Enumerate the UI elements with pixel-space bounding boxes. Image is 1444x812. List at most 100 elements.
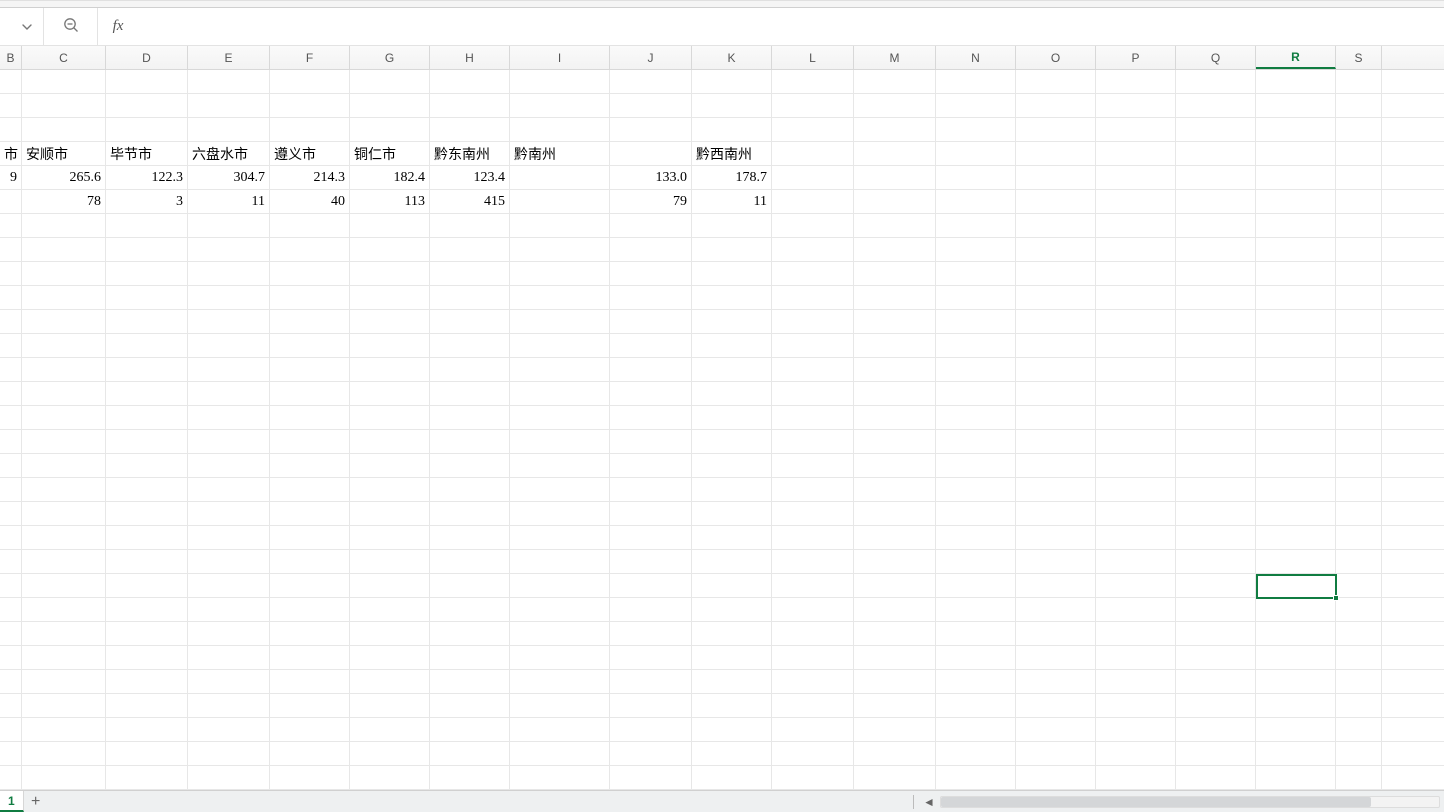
cell[interactable]	[854, 646, 936, 669]
cell[interactable]	[1336, 742, 1382, 765]
cell[interactable]	[1016, 598, 1096, 621]
cell[interactable]	[610, 358, 692, 381]
scroll-left-button[interactable]: ◄	[922, 795, 936, 809]
cell[interactable]: 铜仁市	[350, 142, 430, 165]
cell[interactable]	[854, 334, 936, 357]
cell[interactable]	[1096, 454, 1176, 477]
cell[interactable]	[610, 526, 692, 549]
add-sheet-button[interactable]: +	[24, 791, 48, 812]
cell[interactable]	[350, 214, 430, 237]
cell[interactable]	[22, 94, 106, 117]
cell[interactable]	[772, 430, 854, 453]
cell[interactable]	[772, 94, 854, 117]
cell[interactable]	[350, 358, 430, 381]
cell[interactable]	[1336, 430, 1382, 453]
cell[interactable]	[430, 622, 510, 645]
cell[interactable]	[22, 430, 106, 453]
cell[interactable]	[1176, 238, 1256, 261]
cell[interactable]	[0, 286, 22, 309]
table-row[interactable]: 78311401134157911	[0, 190, 1444, 214]
cell[interactable]	[1016, 550, 1096, 573]
cell[interactable]: 415	[430, 190, 510, 213]
cell[interactable]	[22, 238, 106, 261]
cell[interactable]	[1096, 478, 1176, 501]
cell[interactable]	[1336, 550, 1382, 573]
cell[interactable]	[772, 118, 854, 141]
cell[interactable]	[510, 286, 610, 309]
cell[interactable]	[350, 550, 430, 573]
cell[interactable]	[106, 310, 188, 333]
column-header-B[interactable]: B	[0, 46, 22, 69]
cell[interactable]: 黔西南州	[692, 142, 772, 165]
cell[interactable]	[772, 766, 854, 789]
cell[interactable]	[692, 262, 772, 285]
cell[interactable]	[188, 262, 270, 285]
cell[interactable]	[854, 382, 936, 405]
cell[interactable]	[772, 334, 854, 357]
cell[interactable]	[106, 526, 188, 549]
cell[interactable]	[692, 622, 772, 645]
cell[interactable]	[692, 118, 772, 141]
cell[interactable]	[854, 694, 936, 717]
column-header-G[interactable]: G	[350, 46, 430, 69]
cell[interactable]	[1176, 406, 1256, 429]
cell[interactable]	[430, 742, 510, 765]
cell[interactable]	[610, 430, 692, 453]
cell[interactable]	[936, 406, 1016, 429]
cell[interactable]	[1176, 598, 1256, 621]
table-row[interactable]	[0, 598, 1444, 622]
cell[interactable]	[270, 382, 350, 405]
cell[interactable]	[854, 190, 936, 213]
cell[interactable]	[430, 694, 510, 717]
cell[interactable]	[854, 430, 936, 453]
cell[interactable]	[0, 310, 22, 333]
cell[interactable]	[0, 406, 22, 429]
cell[interactable]	[22, 70, 106, 93]
cell[interactable]	[692, 526, 772, 549]
cell[interactable]	[854, 454, 936, 477]
cell[interactable]	[1096, 526, 1176, 549]
cell[interactable]: 11	[692, 190, 772, 213]
cell[interactable]	[692, 70, 772, 93]
cell[interactable]	[430, 406, 510, 429]
cell[interactable]	[772, 574, 854, 597]
cell[interactable]	[106, 286, 188, 309]
cell[interactable]	[692, 670, 772, 693]
column-header-I[interactable]: I	[510, 46, 610, 69]
cell[interactable]	[188, 358, 270, 381]
cell[interactable]	[22, 742, 106, 765]
cell[interactable]	[430, 94, 510, 117]
cell[interactable]: 79	[610, 190, 692, 213]
cell[interactable]	[106, 406, 188, 429]
cell[interactable]	[692, 718, 772, 741]
cell[interactable]	[350, 262, 430, 285]
cell[interactable]	[692, 406, 772, 429]
cell[interactable]	[1336, 526, 1382, 549]
formula-input[interactable]	[138, 8, 1444, 45]
cell[interactable]	[1176, 526, 1256, 549]
cell[interactable]	[270, 670, 350, 693]
cell[interactable]	[270, 214, 350, 237]
cell[interactable]	[510, 622, 610, 645]
sheet-tab-active[interactable]: 1	[0, 791, 24, 812]
column-header-R[interactable]: R	[1256, 46, 1336, 69]
cell[interactable]	[350, 742, 430, 765]
cell[interactable]	[610, 478, 692, 501]
cell[interactable]	[106, 454, 188, 477]
table-row[interactable]	[0, 70, 1444, 94]
cell[interactable]	[22, 502, 106, 525]
cell[interactable]	[188, 70, 270, 93]
cell[interactable]	[610, 574, 692, 597]
table-row[interactable]	[0, 478, 1444, 502]
cell[interactable]	[1016, 310, 1096, 333]
cell[interactable]	[0, 334, 22, 357]
cell[interactable]	[0, 718, 22, 741]
cell[interactable]	[1256, 670, 1336, 693]
cell[interactable]	[692, 766, 772, 789]
table-row[interactable]	[0, 382, 1444, 406]
cell[interactable]: 六盘水市	[188, 142, 270, 165]
cell[interactable]	[772, 142, 854, 165]
cell[interactable]	[1176, 310, 1256, 333]
cell[interactable]	[106, 430, 188, 453]
cell[interactable]	[1016, 238, 1096, 261]
